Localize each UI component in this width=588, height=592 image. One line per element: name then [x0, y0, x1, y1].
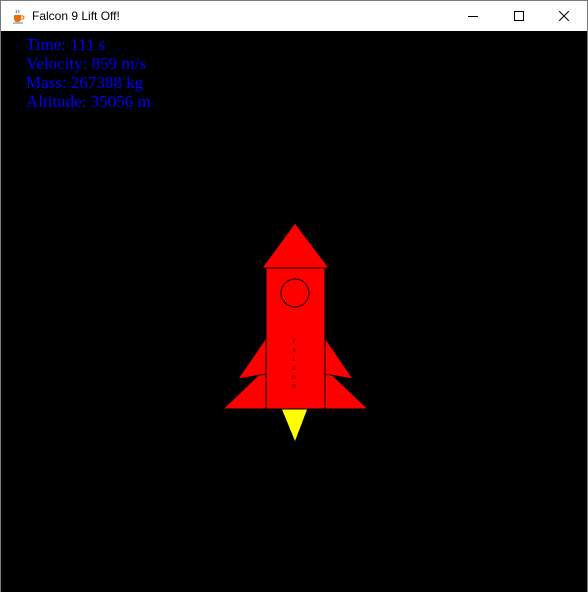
rocket-window [280, 278, 310, 308]
maximize-icon [514, 11, 524, 21]
rocket-label-letter: O [292, 376, 296, 381]
maximize-button[interactable] [496, 1, 542, 31]
close-icon [559, 11, 569, 21]
rocket-fin-right-upper [324, 336, 355, 380]
rocket-flame [281, 407, 308, 441]
java-cup-icon [10, 8, 26, 24]
simulation-canvas: Time: 111 s Velocity: 859 m/s Mass: 2673… [1, 31, 587, 592]
rocket-nose-cone [261, 222, 331, 269]
rocket-label-letter: A [292, 349, 296, 354]
rocket: FALCON [221, 222, 370, 441]
minimize-button[interactable] [450, 1, 496, 31]
rocket-label-letter: N [292, 385, 296, 390]
rocket-label-letter: L [292, 358, 295, 363]
app-window: Falcon 9 Lift Off! Time: 111 s Velocity:… [0, 0, 588, 592]
close-button[interactable] [541, 1, 587, 31]
rocket-fin-left-upper [236, 336, 267, 380]
window-title: Falcon 9 Lift Off! [32, 9, 120, 23]
rocket-label-letter: F [293, 340, 296, 345]
title-bar[interactable]: Falcon 9 Lift Off! [1, 1, 587, 31]
minimize-icon [468, 11, 478, 21]
